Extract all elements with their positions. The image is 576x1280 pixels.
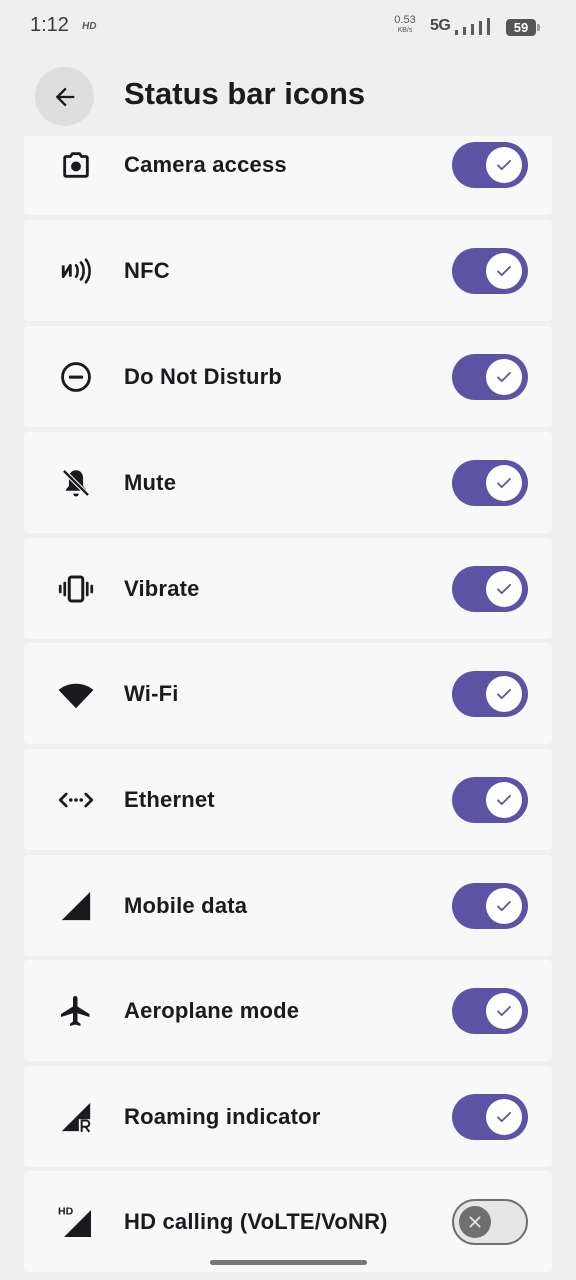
toggle-switch[interactable] [452,141,528,188]
arrow-back-icon [55,87,74,106]
gesture-nav-handle[interactable] [210,1260,367,1265]
toggle-switch[interactable] [452,670,528,717]
check-icon [486,781,522,818]
toggle-switch[interactable] [452,247,528,294]
list-item-roaming-indicator[interactable]: Roaming indicator [24,1066,552,1167]
item-label: Aeroplane mode [124,997,300,1023]
item-label: Roaming indicator [124,1103,321,1129]
hd-indicator: HD [82,21,97,32]
check-icon [486,252,522,289]
toggle-switch[interactable] [452,565,528,612]
ethernet-icon [52,776,100,824]
aeroplane-icon [52,987,100,1035]
roaming-icon [52,1093,100,1141]
toggle-switch[interactable] [452,1093,528,1140]
toggle-switch[interactable] [452,353,528,400]
item-label: Wi-Fi [124,680,179,706]
signal-strength-icon [455,18,490,35]
item-label: Ethernet [124,786,215,812]
close-icon [459,1205,491,1238]
toggle-switch[interactable] [452,459,528,506]
battery-icon: 59 [506,19,536,36]
vibrate-icon [52,565,100,613]
toggle-switch[interactable] [452,987,528,1034]
list-item-nfc[interactable]: NFC [24,220,552,321]
nfc-icon [52,247,100,295]
app-bar: Status bar icons [0,56,576,136]
toggle-switch[interactable] [452,776,528,823]
status-bar: 1:12 HD 0.53 KB/s 5G 59 [0,0,576,56]
network-speed-unit: KB/s [397,27,413,34]
do-not-disturb-icon [52,353,100,401]
status-time: 1:12 [30,14,69,36]
toggle-switch[interactable] [452,882,528,929]
list-item-aeroplane-mode[interactable]: Aeroplane mode [24,960,552,1061]
network-speed: 0.53 KB/s [390,14,420,35]
back-button[interactable] [35,67,94,126]
mobile-data-icon [52,882,100,930]
check-icon [486,992,522,1029]
list-item-camera-access[interactable]: Camera access [24,136,552,215]
check-icon [486,146,522,183]
list-item-wifi[interactable]: Wi-Fi [24,643,552,744]
check-icon [486,887,522,924]
camera-icon [52,141,100,189]
battery-tip [537,24,540,31]
wifi-icon [52,670,100,718]
item-label: HD calling (VoLTE/VoNR) [124,1208,388,1234]
check-icon [486,570,522,607]
check-icon [486,464,522,501]
network-type: 5G [430,17,451,34]
network-speed-value: 0.53 [394,14,416,26]
item-label: Mobile data [124,892,248,918]
check-icon [486,1098,522,1135]
item-label: Do Not Disturb [124,363,283,389]
list-item-do-not-disturb[interactable]: Do Not Disturb [24,326,552,427]
list-item-ethernet[interactable]: Ethernet [24,749,552,850]
list-item-hd-calling[interactable]: HD HD calling (VoLTE/VoNR) [24,1171,552,1272]
check-icon [486,675,522,712]
hd-calling-icon: HD [52,1198,100,1246]
toggle-switch[interactable] [452,1198,528,1245]
check-icon [486,358,522,395]
item-label: NFC [124,257,170,283]
page-title: Status bar icons [124,76,366,111]
status-icon-list: Camera access NFC Do Not Disturb Mute Vi… [24,136,552,1280]
list-item-vibrate[interactable]: Vibrate [24,538,552,639]
svg-text:HD: HD [58,1205,74,1217]
item-label: Camera access [124,151,287,177]
mute-bell-icon [52,459,100,507]
item-label: Vibrate [124,575,200,601]
list-item-mute[interactable]: Mute [24,432,552,533]
item-label: Mute [124,469,177,495]
list-item-mobile-data[interactable]: Mobile data [24,855,552,956]
